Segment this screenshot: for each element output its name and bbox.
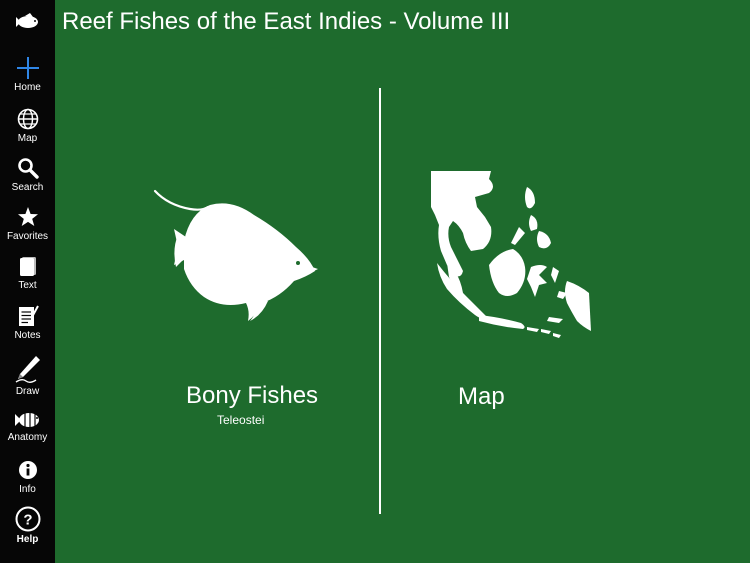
sidebar-item-label: Home bbox=[14, 82, 41, 93]
plus-icon bbox=[16, 56, 40, 80]
sidebar-item-label: Text bbox=[18, 280, 37, 291]
magnifier-icon bbox=[16, 156, 40, 180]
butterflyfish-silhouette-icon bbox=[153, 189, 318, 321]
vertical-divider bbox=[379, 88, 381, 514]
page-icon bbox=[16, 254, 40, 278]
map-title: Map bbox=[458, 383, 505, 410]
sidebar-item-text[interactable]: Text bbox=[0, 254, 55, 291]
sidebar-item-info[interactable]: Info bbox=[0, 458, 55, 495]
east-indies-map-silhouette-icon bbox=[431, 171, 591, 338]
sidebar-item-label: Draw bbox=[15, 386, 40, 397]
map-card[interactable]: Map bbox=[425, 165, 600, 415]
info-icon bbox=[16, 458, 40, 482]
sidebar-item-help[interactable]: ? Help bbox=[0, 506, 55, 545]
sidebar-item-search[interactable]: Search bbox=[0, 156, 55, 193]
question-icon: ? bbox=[15, 506, 41, 532]
bony-fishes-subtitle: Teleostei bbox=[217, 413, 265, 427]
pencil-icon bbox=[14, 354, 42, 384]
sidebar-item-map[interactable]: Map bbox=[0, 107, 55, 144]
page-title: Reef Fishes of the East Indies - Volume … bbox=[62, 8, 511, 35]
sidebar-item-label: Info bbox=[19, 484, 36, 495]
notepad-icon bbox=[16, 304, 40, 328]
star-icon bbox=[16, 205, 40, 229]
app-logo-fish-icon bbox=[0, 8, 55, 36]
sidebar: Home Map Search Favorites Text Notes Dra… bbox=[0, 0, 55, 563]
fish-anatomy-icon bbox=[14, 410, 42, 430]
sidebar-item-notes[interactable]: Notes bbox=[0, 304, 55, 341]
sidebar-item-label: Search bbox=[11, 182, 44, 193]
globe-icon bbox=[16, 107, 40, 131]
sidebar-item-label: Favorites bbox=[6, 231, 49, 242]
sidebar-item-label: Anatomy bbox=[7, 432, 48, 443]
svg-text:?: ? bbox=[23, 512, 32, 529]
sidebar-item-label: Notes bbox=[14, 330, 41, 341]
sidebar-item-draw[interactable]: Draw bbox=[0, 354, 55, 397]
bony-fishes-title: Bony Fishes bbox=[186, 382, 319, 409]
sidebar-item-label: Help bbox=[16, 534, 39, 545]
sidebar-item-favorites[interactable]: Favorites bbox=[0, 205, 55, 242]
sidebar-item-label: Map bbox=[17, 133, 38, 144]
sidebar-item-anatomy[interactable]: Anatomy bbox=[0, 410, 55, 443]
sidebar-item-home[interactable]: Home bbox=[0, 56, 55, 93]
bony-fishes-card[interactable]: Bony Fishes Teleostei bbox=[150, 185, 350, 435]
